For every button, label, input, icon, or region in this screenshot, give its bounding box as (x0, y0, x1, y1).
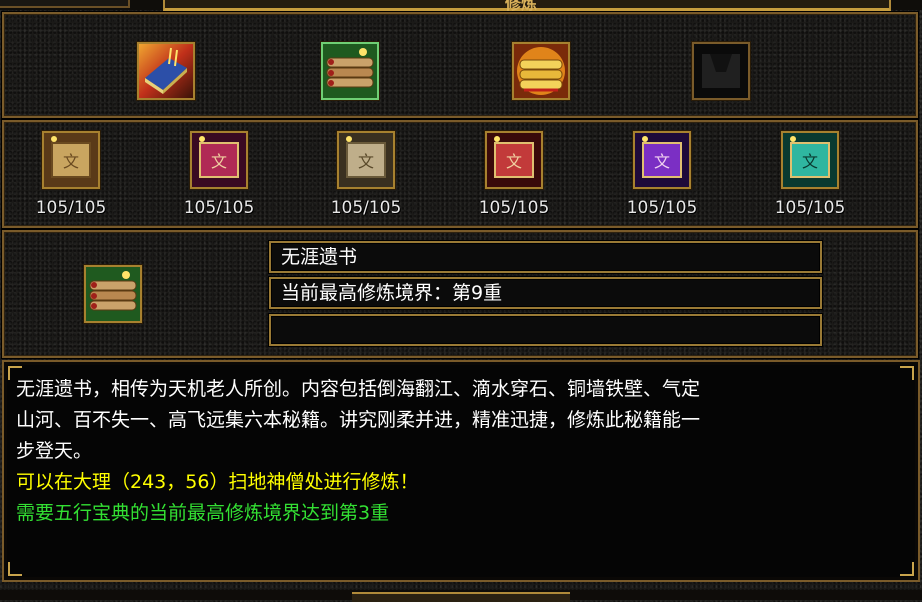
scroll-1-icon[interactable]: 文 (42, 131, 100, 189)
scroll-2-icon[interactable]: 文 (190, 131, 248, 189)
desc-line-1: 无涯遗书，相传为天机老人所创。内容包括倒海翻江、滴水穿石、铜墙铁壁、气定 (16, 378, 701, 400)
svg-text:文: 文 (211, 152, 227, 171)
title-tab: 修炼 (163, 0, 891, 13)
extra-field (269, 314, 822, 346)
scroll-5-icon[interactable]: 文 (633, 131, 691, 189)
book-name-field: 无涯遗书 (269, 241, 822, 273)
scroll-1-count: 105/105 (35, 198, 107, 218)
top-bar: 修炼 (0, 0, 922, 13)
scroll-3-count: 105/105 (330, 198, 402, 218)
desc-line-2: 山河、百不失一、高飞远集六本秘籍。讲究刚柔并进，精准迅捷，修炼此秘籍能一 (16, 409, 701, 431)
svg-text:文: 文 (358, 152, 374, 171)
requirement-text: 需要五行宝典的当前最高修炼境界达到第3重 (16, 502, 390, 524)
top-left-frame (0, 0, 130, 8)
level-field: 当前最高修炼境界：第9重 (269, 277, 822, 309)
selected-book-icon (84, 265, 142, 323)
scroll-3-icon[interactable]: 文 (337, 131, 395, 189)
scroll-5-count: 105/105 (626, 198, 698, 218)
scroll-6-count: 105/105 (774, 198, 846, 218)
description-panel: 无涯遗书，相传为天机老人所创。内容包括倒海翻江、滴水穿石、铜墙铁壁、气定 山河、… (2, 360, 920, 582)
bottom-tab (352, 592, 570, 602)
svg-text:文: 文 (654, 152, 670, 171)
svg-text:文: 文 (63, 152, 79, 171)
book-3-icon[interactable] (512, 42, 570, 100)
scroll-4-icon[interactable]: 文 (485, 131, 543, 189)
corner-ornament (8, 562, 22, 576)
desc-line-3: 步登天。 (16, 440, 93, 462)
book-1-icon[interactable] (137, 42, 195, 100)
svg-text:文: 文 (506, 152, 522, 171)
empty-slot-icon[interactable] (692, 42, 750, 100)
scroll-4-count: 105/105 (478, 198, 550, 218)
scroll-6-icon[interactable]: 文 (781, 131, 839, 189)
scroll-2-count: 105/105 (183, 198, 255, 218)
location-hint: 可以在大理（243，56）扫地神僧处进行修炼！ (16, 471, 419, 493)
svg-text:文: 文 (802, 152, 818, 171)
corner-ornament (900, 562, 914, 576)
book-2-icon[interactable] (321, 42, 379, 100)
bottom-bar (0, 590, 922, 602)
description-text: 无涯遗书，相传为天机老人所创。内容包括倒海翻江、滴水穿石、铜墙铁壁、气定 山河、… (16, 374, 906, 529)
